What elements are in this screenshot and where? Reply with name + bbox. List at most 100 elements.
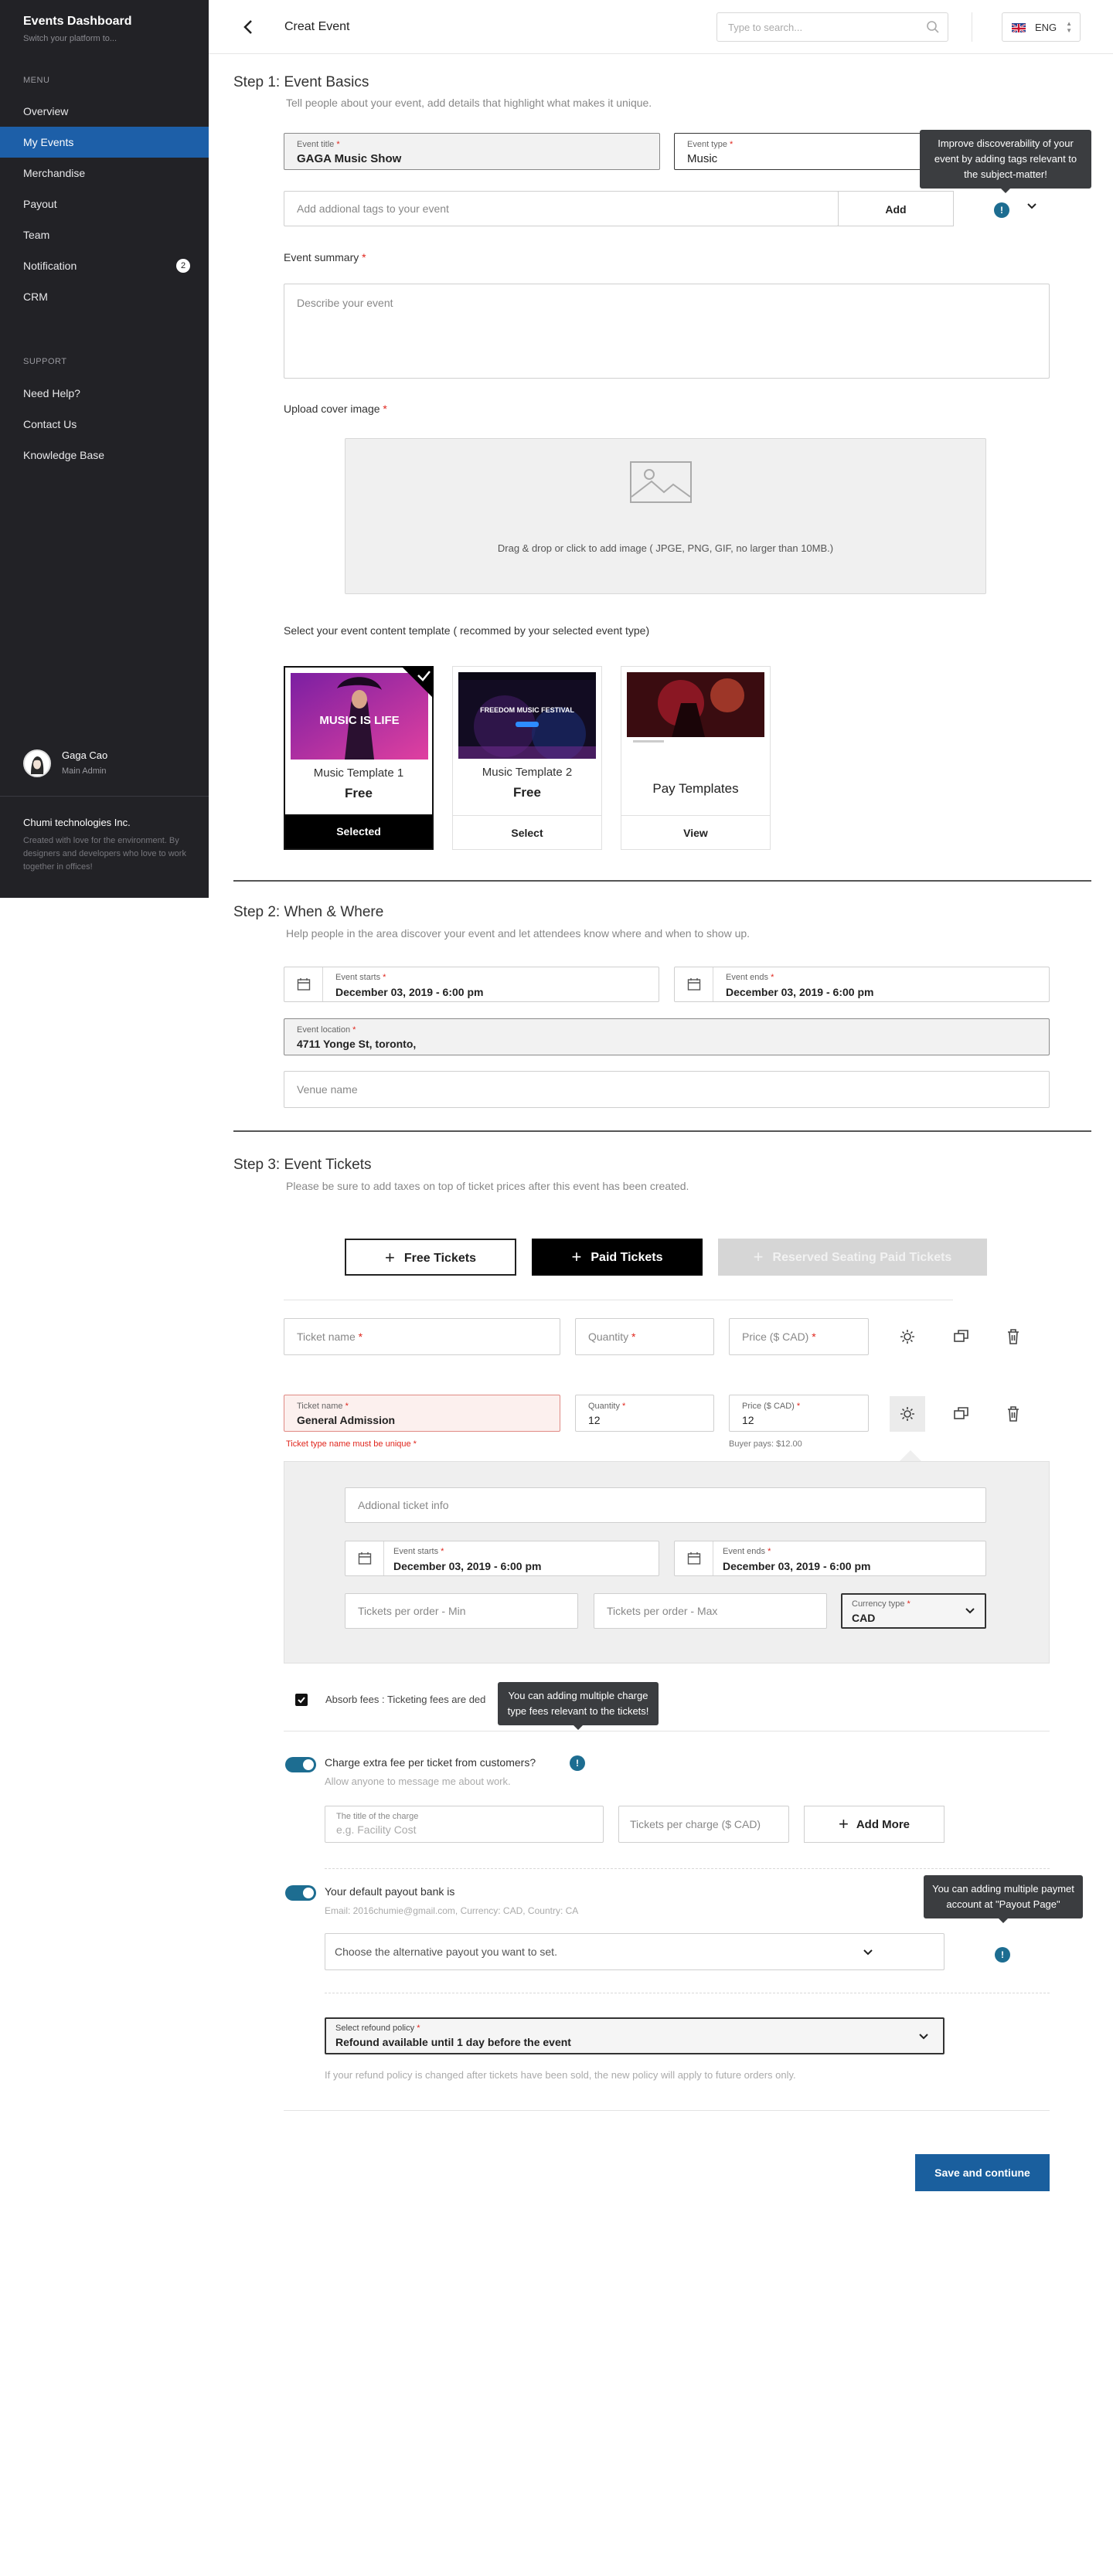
price-field[interactable]: Price ($ CAD) * 12 (729, 1395, 869, 1432)
charge-fee-toggle[interactable] (285, 1757, 316, 1772)
summary-textarea[interactable]: Describe your event (284, 284, 1050, 379)
paid-tickets-button[interactable]: + Paid Tickets (532, 1239, 703, 1276)
info-icon[interactable]: ! (994, 202, 1009, 218)
price-input[interactable]: Price ($ CAD) * (729, 1318, 869, 1355)
free-tickets-button[interactable]: + Free Tickets (345, 1239, 516, 1276)
price-label: Price ($ CAD) * (742, 1402, 801, 1411)
duplicate-icon[interactable] (951, 1404, 972, 1424)
event-ends-field[interactable]: Event ends * December 03, 2019 - 6:00 pm (674, 967, 1050, 1002)
sidebar-item-label: Contact Us (23, 418, 77, 430)
payout-toggle[interactable] (285, 1885, 316, 1901)
brand-title[interactable]: Events Dashboard (23, 15, 131, 29)
tags-tooltip: Improve discoverability of your event by… (920, 130, 1091, 193)
sidebar-item-contact-us[interactable]: Contact Us (0, 409, 209, 440)
absorb-fees-checkbox[interactable] (295, 1694, 308, 1706)
settings-gear-icon[interactable] (897, 1327, 917, 1347)
tickets-min-input[interactable]: Tickets per order - Min (345, 1593, 578, 1629)
event-location-field[interactable]: Event location * 4711 Yonge St, toronto, (284, 1018, 1050, 1055)
template-card-1[interactable]: MUSIC IS LIFE Music Template 1 Free Sele… (284, 666, 434, 850)
sidebar-item-merchandise[interactable]: Merchandise (0, 158, 209, 189)
calendar-icon[interactable] (358, 1551, 372, 1565)
per-charge-input[interactable]: Tickets per charge ($ CAD) (618, 1806, 789, 1843)
sidebar-item-overview[interactable]: Overview (0, 96, 209, 127)
tickets-max-placeholder: Tickets per order - Max (607, 1605, 718, 1617)
info-icon[interactable]: ! (570, 1755, 585, 1771)
user-avatar[interactable] (23, 749, 51, 777)
trash-icon[interactable] (1003, 1404, 1023, 1424)
event-title-field[interactable]: Event title * GAGA Music Show (284, 133, 660, 170)
language-selector[interactable]: ENG ▲ ▼ (1002, 12, 1081, 42)
tags-placeholder: Add addional tags to your event (297, 202, 449, 215)
page-title: Creat Event (284, 20, 350, 33)
user-role: Main Admin (62, 766, 107, 776)
sidebar-item-notification[interactable]: Notification 2 (0, 250, 209, 281)
price-value: 12 (742, 1414, 754, 1426)
template-2-select-button[interactable]: Select (453, 815, 601, 849)
sidebar-item-my-events[interactable]: My Events (0, 127, 209, 158)
event-location-value: 4711 Yonge St, toronto, (297, 1038, 417, 1050)
charge-title-field[interactable]: The title of the charge e.g. Facility Co… (325, 1806, 604, 1843)
payout-subtitle: Email: 2016chumie@gmail.com, Currency: C… (325, 1905, 579, 1916)
alternative-payout-select[interactable]: Choose the alternative payout you want t… (325, 1933, 945, 1970)
ticket-starts-field[interactable]: Event starts * December 03, 2019 - 6:00 … (345, 1541, 659, 1576)
calendar-cell (675, 967, 713, 1001)
settings-button-active[interactable] (890, 1396, 925, 1432)
calendar-cell (284, 967, 323, 1001)
additional-info-input[interactable]: Addional ticket info (345, 1487, 986, 1523)
ticket-ends-field[interactable]: Event ends * December 03, 2019 - 6:00 pm (674, 1541, 986, 1576)
event-ends-value: December 03, 2019 - 6:00 pm (726, 986, 874, 998)
quantity-input[interactable]: Quantity * (575, 1318, 714, 1355)
back-button[interactable] (240, 18, 258, 36)
event-type-select[interactable]: Event type * Music (674, 133, 929, 170)
sidebar-item-need-help[interactable]: Need Help? (0, 378, 209, 409)
search-input[interactable] (717, 13, 918, 41)
refund-policy-select[interactable]: Select refound policy * Refound availabl… (325, 2017, 945, 2054)
calendar-icon[interactable] (687, 977, 701, 991)
calendar-icon[interactable] (297, 977, 311, 991)
trash-icon[interactable] (1003, 1327, 1023, 1347)
template-1-selected-button[interactable]: Selected (285, 814, 432, 848)
event-starts-field[interactable]: Event starts * December 03, 2019 - 6:00 … (284, 967, 659, 1002)
sidebar-item-label: Knowledge Base (23, 449, 105, 461)
cover-label: Upload cover image * (284, 403, 387, 415)
template-3-view-button[interactable]: View (621, 815, 770, 849)
template-2-image-text: FREEDOM MUSIC FESTIVAL (480, 706, 574, 714)
reserved-seating-button[interactable]: + Reserved Seating Paid Tickets (718, 1239, 987, 1276)
sidebar-item-payout[interactable]: Payout (0, 189, 209, 219)
free-tickets-label: Free Tickets (403, 1252, 476, 1265)
currency-label-text: Currency type (852, 1599, 905, 1609)
venue-name-input[interactable]: Venue name (284, 1071, 1050, 1108)
brand-subtitle[interactable]: Switch your platform to... (23, 34, 117, 43)
payout-tooltip: You can adding multiple paymet account a… (924, 1875, 1083, 1923)
charge-fee-title: Charge extra fee per ticket from custome… (325, 1756, 536, 1769)
info-icon[interactable]: ! (995, 1947, 1010, 1963)
cover-upload-dropzone[interactable]: Drag & drop or click to add image ( JPGE… (345, 438, 986, 594)
add-more-button[interactable]: + Add More (804, 1806, 945, 1843)
tags-input[interactable]: Add addional tags to your event (284, 191, 839, 226)
sidebar-item-knowledge-base[interactable]: Knowledge Base (0, 440, 209, 471)
chevron-down-icon[interactable] (1026, 201, 1037, 212)
add-tag-button[interactable]: Add (838, 191, 954, 226)
top-header: Creat Event ENG ▲▼ (209, 0, 1113, 54)
menu-heading: MENU (23, 76, 50, 85)
user-name[interactable]: Gaga Cao (62, 749, 107, 761)
tickets-max-input[interactable]: Tickets per order - Max (594, 1593, 827, 1629)
quantity-placeholder: Quantity * (588, 1330, 636, 1343)
template-1-image-text: MUSIC IS LIFE (319, 714, 399, 727)
calendar-icon[interactable] (687, 1551, 701, 1565)
currency-select[interactable]: Currency type * CAD (841, 1593, 986, 1629)
quantity-field[interactable]: Quantity * 12 (575, 1395, 714, 1432)
sidebar-item-team[interactable]: Team (0, 219, 209, 250)
template-card-3[interactable]: Pay Templates View (621, 666, 771, 850)
plus-icon: + (571, 1247, 582, 1266)
search-icon[interactable] (926, 20, 940, 34)
ticket-name-field-error[interactable]: Ticket name * General Admission (284, 1395, 560, 1432)
save-continue-button[interactable]: Save and contiune (915, 2154, 1050, 2191)
image-placeholder-icon (630, 461, 692, 503)
currency-value: CAD (852, 1612, 876, 1624)
template-3-name: Pay Templates (652, 781, 739, 796)
template-card-2[interactable]: FREEDOM MUSIC FESTIVAL Music Template 2 … (452, 666, 602, 850)
sidebar-item-crm[interactable]: CRM (0, 281, 209, 312)
ticket-name-input[interactable]: Ticket name * (284, 1318, 560, 1355)
duplicate-icon[interactable] (951, 1327, 972, 1347)
